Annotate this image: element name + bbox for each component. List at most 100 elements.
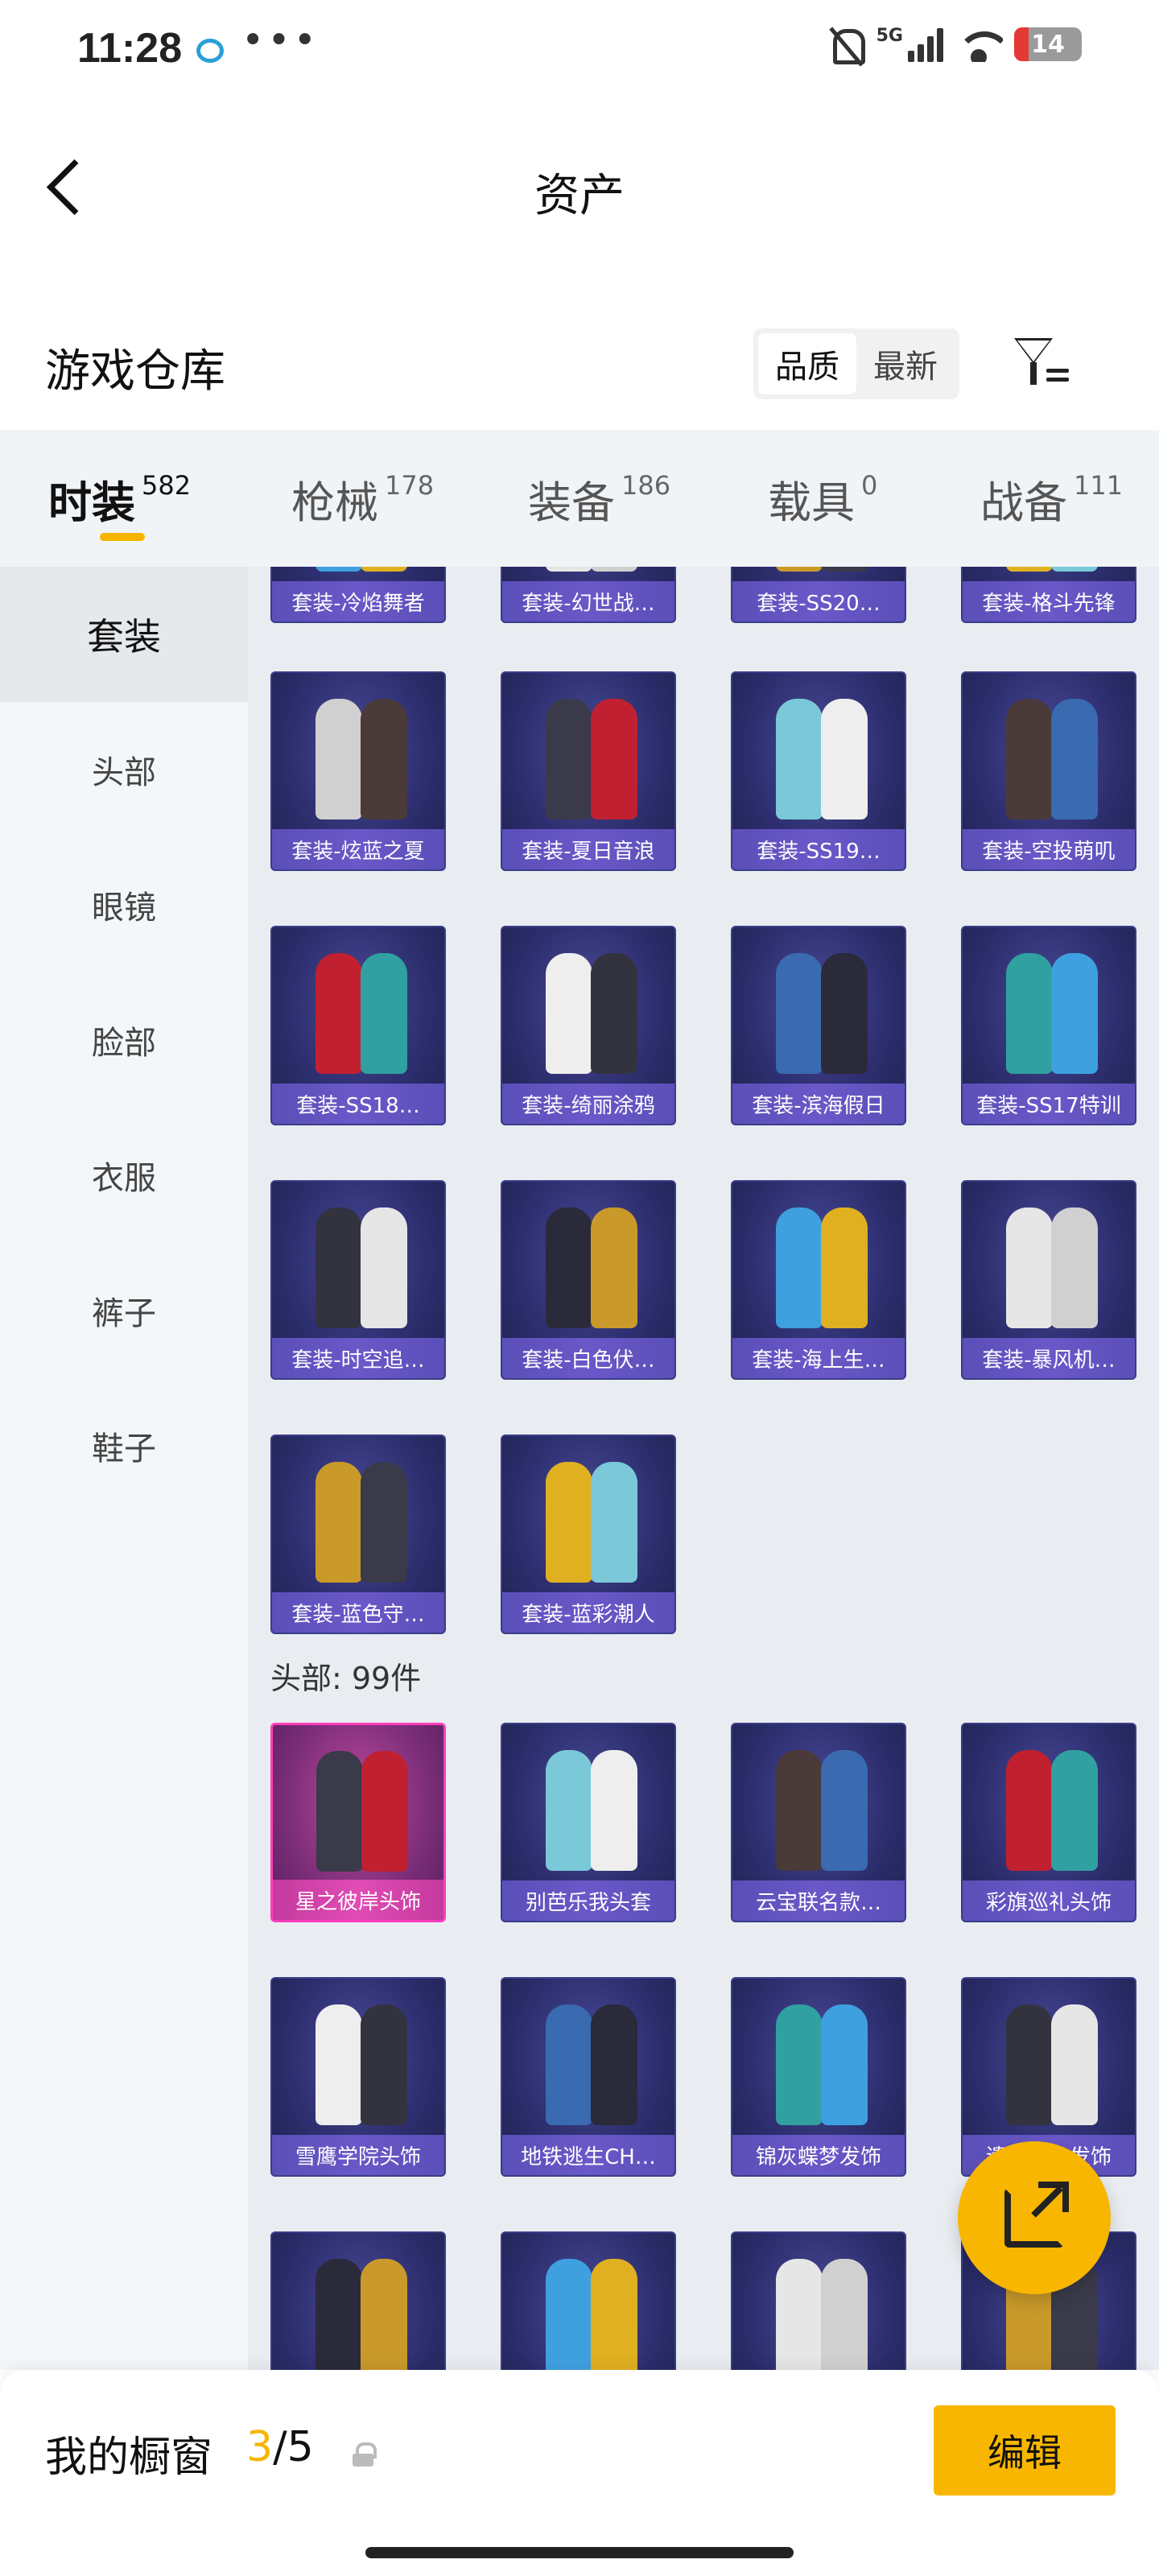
item-image [287,567,431,580]
sidebar-item-shoes[interactable]: 鞋子 [0,1378,248,1513]
active-tab-indicator [100,533,145,541]
item-card[interactable]: 套装-暴风机… [961,1180,1136,1380]
item-card[interactable]: 套装-SS19… [731,671,906,871]
item-image [287,691,431,828]
item-label: 套装-SS20… [732,581,905,621]
tab-count: 111 [1074,470,1124,501]
tab-label: 战备 [980,477,1067,528]
item-image [977,567,1122,580]
tab-supplies[interactable]: 战备 111 [980,467,1123,530]
item-card[interactable]: 彩旗巡礼头饰 [961,1723,1136,1922]
item-image [517,1199,662,1336]
filter-icon[interactable] [1011,333,1072,394]
item-image [287,2251,431,2370]
home-indicator [365,2547,794,2558]
item-label: 锦灰蝶梦发饰 [732,2135,905,2175]
item-image [287,1743,432,1880]
item-image [517,1742,662,1879]
sidebar-item-face[interactable]: 脸部 [0,972,248,1108]
sidebar-item-glasses[interactable]: 眼镜 [0,837,248,972]
showcase-total: /5 [273,2423,314,2471]
item-image [517,567,662,580]
item-image [747,1742,892,1879]
item-label: 套装-绮丽涂鸦 [502,1084,674,1124]
item-label: 别芭乐我头套 [502,1880,674,1921]
item-card[interactable]: 云宝联名款… [731,1723,906,1922]
warehouse-header: 游戏仓库 品质 最新 [0,306,1159,419]
item-card[interactable]: 套装-绮丽涂鸦 [501,926,676,1125]
item-card[interactable]: 套装-时空追… [270,1180,446,1380]
item-label: 套装-空投萌叽 [963,829,1135,869]
item-card[interactable]: 套装-空投萌叽 [961,671,1136,871]
item-card[interactable]: 地铁逃生CH… [501,1977,676,2177]
tab-vehicles[interactable]: 载具 0 [768,467,877,530]
mute-icon [828,24,865,64]
edit-button[interactable]: 编辑 [934,2405,1116,2496]
item-image [517,691,662,828]
sidebar-item-head[interactable]: 头部 [0,702,248,837]
item-image [517,2251,662,2370]
battery-icon: 14 [1014,27,1082,61]
showcase-bar: 我的橱窗 3/5 编辑 [0,2370,1159,2576]
item-card[interactable]: 套装-SS18… [270,926,446,1125]
share-button[interactable] [958,2141,1111,2294]
category-tabs: 时装 582 枪械 178 装备 186 载具 0 战备 111 [0,430,1159,567]
item-image [517,1454,662,1591]
item-card[interactable]: 套装-SS20… [731,567,906,623]
item-card[interactable] [731,2231,906,2370]
item-image [287,1454,431,1591]
item-image [517,1996,662,2133]
item-label: 套装-炫蓝之夏 [272,829,444,869]
item-label: 星之彼岸头饰 [273,1880,443,1920]
item-card[interactable]: 套装-幻世战… [501,567,676,623]
item-label: 套装-冷焰舞者 [272,581,444,621]
sidebar-item-clothes[interactable]: 衣服 [0,1108,248,1243]
item-label: 套装-滨海假日 [732,1084,905,1124]
item-label: 套装-白色伏… [502,1338,674,1378]
item-label: 套装-SS17特训 [963,1084,1135,1124]
item-label: 云宝联名款… [732,1880,905,1921]
item-card[interactable]: 套装-炫蓝之夏 [270,671,446,871]
item-card[interactable]: 锦灰蝶梦发饰 [731,1977,906,2177]
item-card[interactable]: 套装-海上生… [731,1180,906,1380]
item-image [517,945,662,1082]
sidebar-item-pants[interactable]: 裤子 [0,1243,248,1378]
external-link-icon [1004,2182,1069,2248]
item-card[interactable]: 套装-SS17特训 [961,926,1136,1125]
showcase-current: 3 [246,2423,274,2471]
item-label: 套装-格斗先锋 [963,581,1135,621]
wifi-icon [955,27,1003,62]
item-card[interactable]: 别芭乐我头套 [501,1723,676,1922]
item-card[interactable] [501,2231,676,2370]
battery-level: 14 [1031,30,1065,59]
item-image [747,691,892,828]
item-image [747,1996,892,2133]
item-card[interactable]: 星之彼岸头饰 [270,1723,446,1922]
item-image [977,1742,1122,1879]
item-card[interactable]: 套装-格斗先锋 [961,567,1136,623]
item-card[interactable]: 套装-冷焰舞者 [270,567,446,623]
item-image [287,1996,431,2133]
sort-newest-button[interactable]: 最新 [856,333,955,394]
item-card[interactable]: 套装-夏日音浪 [501,671,676,871]
item-label: 套装-时空追… [272,1338,444,1378]
tab-weapons[interactable]: 枪械 178 [291,467,434,530]
item-card[interactable]: 套装-滨海假日 [731,926,906,1125]
item-image [287,1199,431,1336]
item-card[interactable]: 套装-蓝色守… [270,1435,446,1634]
sort-toggle: 品质 最新 [753,328,959,399]
tab-label: 时装 [48,477,135,528]
tab-label: 装备 [528,477,615,528]
showcase-title: 我的橱窗 [45,2434,213,2482]
item-card[interactable] [270,2231,446,2370]
sort-quality-button[interactable]: 品质 [758,333,856,394]
item-card[interactable]: 套装-蓝彩潮人 [501,1435,676,1634]
item-label: 套装-SS19… [732,829,905,869]
item-label: 套装-夏日音浪 [502,829,674,869]
item-card[interactable]: 雪鹰学院头饰 [270,1977,446,2177]
tab-fashion[interactable]: 时装 582 [48,467,191,530]
item-label: 彩旗巡礼头饰 [963,1880,1135,1921]
tab-equipment[interactable]: 装备 186 [528,467,670,530]
item-card[interactable]: 套装-白色伏… [501,1180,676,1380]
sidebar-item-suits[interactable]: 套装 [0,567,248,702]
